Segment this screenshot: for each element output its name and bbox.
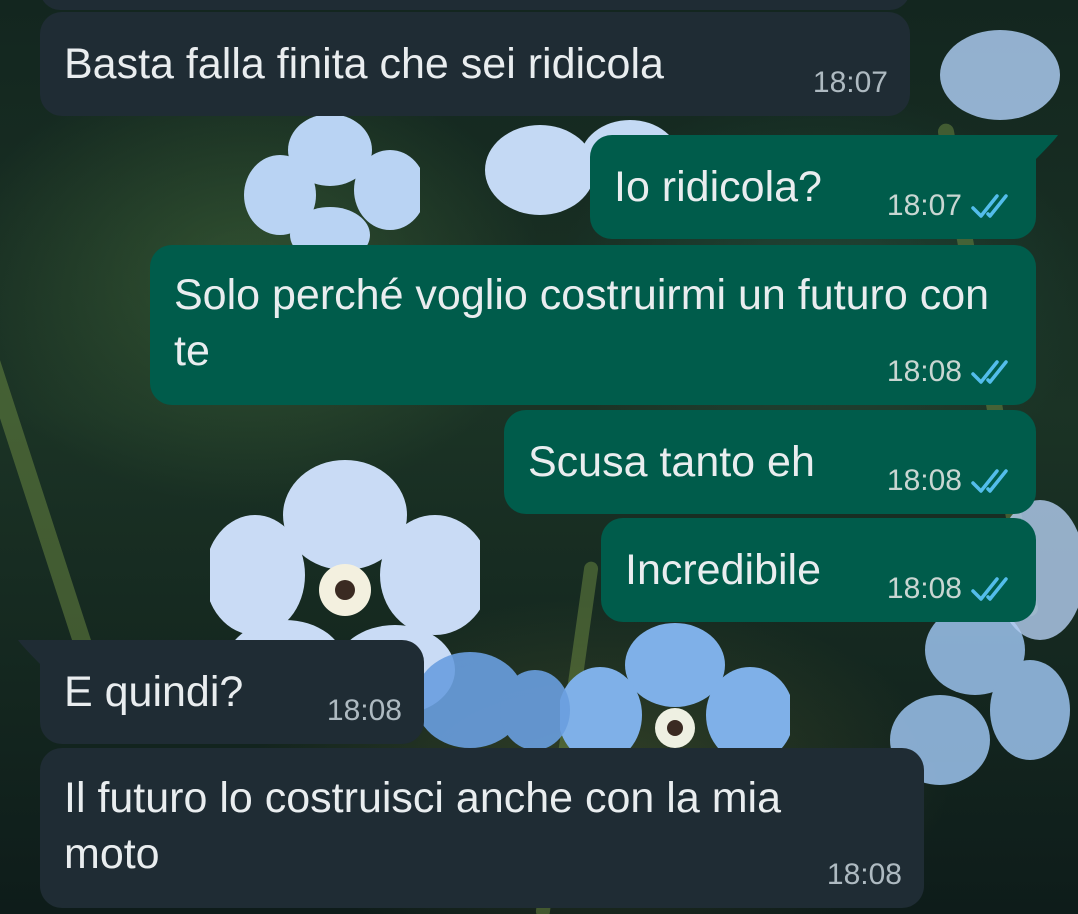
bubble-tail-outgoing [1034,135,1058,161]
forget-me-not-flower [244,114,420,260]
message-bubble-outgoing[interactable]: Incredibile 18:08 [601,518,1036,622]
message-bubble-incoming[interactable]: E quindi? 18:08 [40,640,424,744]
message-text: Io ridicola? [614,163,822,211]
message-meta: 18:08 [327,694,402,728]
message-time: 18:07 [812,66,888,99]
message-text: E quindi? [64,668,244,716]
message-meta: 18:08 [887,572,1014,606]
message-bubble-incoming[interactable]: Il futuro lo costruisci anche con la mia… [40,748,924,908]
read-double-check-icon [971,577,1008,601]
message-bubble-outgoing[interactable]: Io ridicola? 18:07 [590,135,1036,239]
previous-message-bubble [40,0,910,10]
message-meta: 18:08 [827,858,902,892]
message-time: 18:08 [886,464,962,497]
forget-me-not-flower [415,652,570,750]
message-time: 18:08 [826,858,902,891]
message-text: Il futuro lo costruisci anche con la mia… [64,774,793,878]
message-text: Scusa tanto eh [528,438,815,486]
message-meta: 18:07 [887,189,1014,223]
message-time: 18:08 [886,572,962,605]
message-text: Incredibile [625,546,821,594]
message-meta: 18:08 [887,464,1014,498]
read-double-check-icon [971,469,1008,493]
message-meta: 18:07 [813,66,888,100]
message-time: 18:08 [886,355,962,388]
message-bubble-outgoing[interactable]: Solo perché voglio costruirmi un futuro … [150,245,1036,405]
forget-me-not-flower [940,30,1060,120]
message-meta: 18:08 [887,355,1014,389]
bubble-tail-incoming [18,640,42,666]
message-text: Solo perché voglio costruirmi un futuro … [174,271,1001,375]
message-text: Basta falla finita che sei ridicola [64,40,664,88]
message-time: 18:08 [326,694,402,727]
message-bubble-incoming[interactable]: Basta falla finita che sei ridicola 18:0… [40,12,910,116]
read-double-check-icon [971,360,1008,384]
message-time: 18:07 [886,189,962,222]
read-double-check-icon [971,194,1008,218]
message-bubble-outgoing[interactable]: Scusa tanto eh 18:08 [504,410,1036,514]
